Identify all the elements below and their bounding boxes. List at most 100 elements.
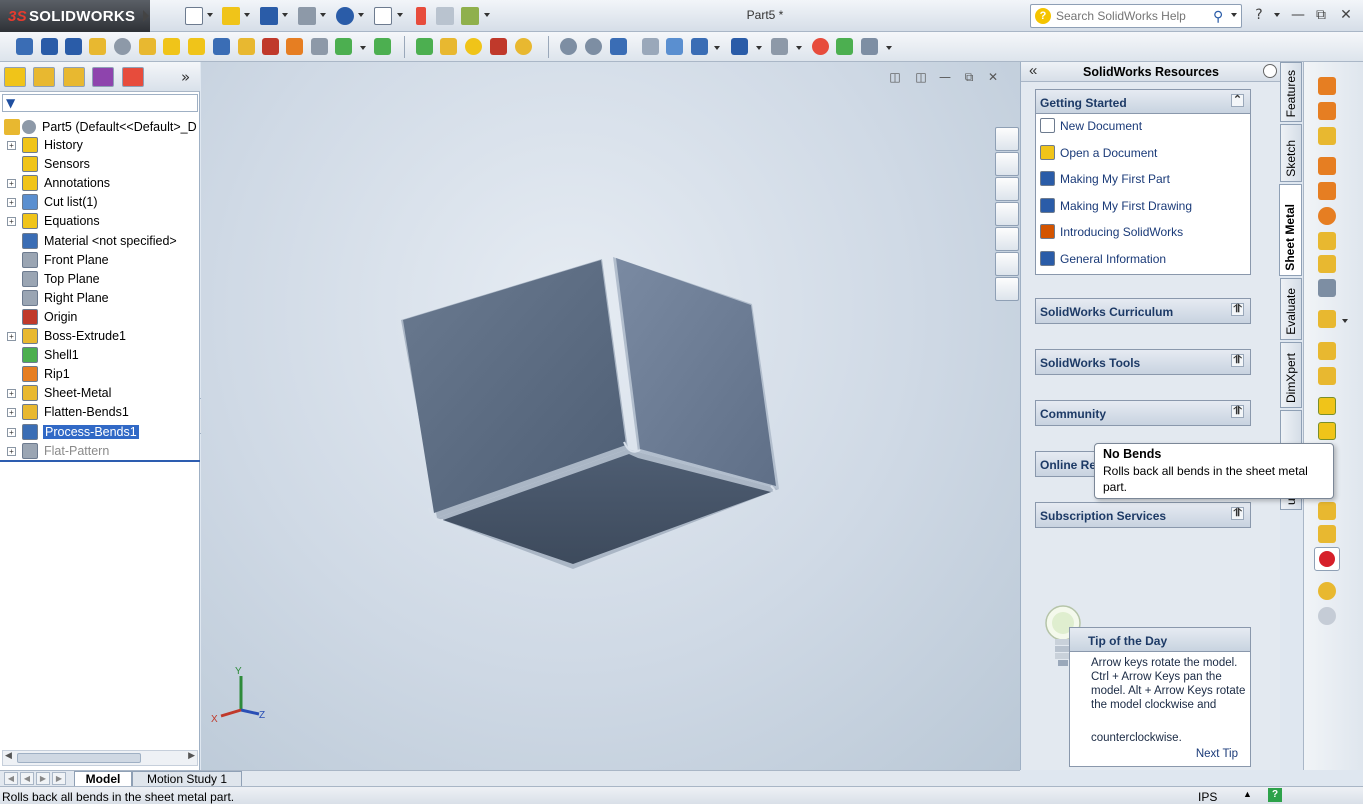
previous-view-icon[interactable] bbox=[610, 38, 627, 55]
tab-dimxpert[interactable]: DimXpert bbox=[1280, 342, 1302, 408]
closed-corner-icon[interactable] bbox=[1318, 310, 1336, 328]
break-corner-icon[interactable] bbox=[1318, 367, 1336, 385]
display-style-icon[interactable] bbox=[691, 38, 708, 55]
search-input[interactable] bbox=[1056, 8, 1211, 24]
accept-icon[interactable] bbox=[465, 38, 482, 55]
select-pointer-icon[interactable] bbox=[374, 7, 392, 25]
tab-sketch[interactable]: Sketch bbox=[1280, 124, 1302, 182]
resource-link-introducing-solidworks[interactable]: Introducing SolidWorks bbox=[1036, 220, 1250, 247]
chevron-down-icon[interactable] bbox=[320, 13, 326, 17]
expand-icon[interactable]: + bbox=[7, 179, 16, 189]
tree-item-flatten-bends1[interactable]: + Flatten-Bends1 bbox=[0, 403, 200, 422]
tab-evaluate[interactable]: Evaluate bbox=[1280, 278, 1302, 340]
forming-tool-icon[interactable] bbox=[1318, 397, 1336, 415]
tree-item-process-bends1[interactable]: + Process-Bends1 bbox=[0, 423, 200, 442]
chevron-down-icon[interactable] bbox=[756, 46, 762, 50]
baseline-dimension-icon[interactable] bbox=[65, 38, 82, 55]
rip-icon[interactable] bbox=[1318, 607, 1336, 625]
print-icon[interactable] bbox=[298, 7, 316, 25]
symmetry-check-icon[interactable] bbox=[335, 38, 352, 55]
chevron-down-icon[interactable] bbox=[244, 13, 250, 17]
next-tab-icon[interactable]: ▶ bbox=[36, 772, 50, 785]
expand-tabs-icon[interactable]: » bbox=[181, 68, 190, 86]
horizontal-scrollbar[interactable]: ◀ ▶ bbox=[2, 750, 198, 766]
resource-link-making-my-first-part[interactable]: Making My First Part bbox=[1036, 167, 1250, 194]
measure-icon[interactable] bbox=[114, 38, 131, 55]
mass-properties-icon[interactable] bbox=[139, 38, 156, 55]
edit-appearance-icon[interactable] bbox=[771, 38, 788, 55]
expand-icon[interactable]: ⥣ bbox=[1231, 354, 1244, 367]
expand-icon[interactable]: + bbox=[7, 427, 16, 437]
view-orientation-icon[interactable] bbox=[666, 38, 683, 55]
section-solidworks-curriculum[interactable]: SolidWorks Curriculum ⥣ bbox=[1035, 298, 1251, 324]
rebuild-icon[interactable] bbox=[416, 7, 426, 25]
tree-item-equations[interactable]: + Equations bbox=[0, 212, 200, 231]
dimxpert-manager-tab-icon[interactable] bbox=[92, 67, 114, 87]
tree-item-boss-extrude1[interactable]: + Boss-Extrude1 bbox=[0, 327, 200, 346]
appearance-icon[interactable] bbox=[440, 38, 457, 55]
new-document-icon[interactable] bbox=[185, 7, 203, 25]
next-tip-link[interactable]: Next Tip bbox=[1196, 748, 1238, 760]
sketched-bend-icon[interactable] bbox=[1318, 255, 1336, 273]
lofted-bend-icon[interactable] bbox=[1318, 127, 1336, 145]
feature-manager-tab-icon[interactable] bbox=[4, 67, 26, 87]
appearances-icon[interactable] bbox=[995, 252, 1019, 276]
chevron-up-icon[interactable]: ▲ bbox=[1243, 789, 1252, 799]
section-community[interactable]: Community ⥣ bbox=[1035, 400, 1251, 426]
chevron-down-icon[interactable] bbox=[1342, 319, 1348, 323]
resource-link-open-a-document[interactable]: Open a Document bbox=[1036, 141, 1250, 168]
collapse-icon[interactable]: ⌃ bbox=[1231, 94, 1244, 107]
expand-icon[interactable]: ⥣ bbox=[1231, 303, 1244, 316]
tree-item-right-plane[interactable]: Right Plane bbox=[0, 289, 200, 308]
tree-item-origin[interactable]: Origin bbox=[0, 308, 200, 327]
fold-icon[interactable] bbox=[1318, 525, 1336, 543]
tree-item-front-plane[interactable]: Front Plane bbox=[0, 251, 200, 270]
design-library-icon[interactable] bbox=[995, 177, 1019, 201]
warning-icon[interactable] bbox=[238, 38, 255, 55]
undo-icon[interactable] bbox=[336, 7, 354, 25]
open-folder-icon[interactable] bbox=[222, 7, 240, 25]
tab-sheet-metal[interactable]: Sheet Metal bbox=[1279, 184, 1302, 276]
chevron-down-icon[interactable] bbox=[282, 13, 288, 17]
section-subscription-services[interactable]: Subscription Services ⥣ bbox=[1035, 502, 1251, 528]
note-icon[interactable] bbox=[89, 38, 106, 55]
tree-item-flat-pattern[interactable]: + Flat-Pattern bbox=[0, 442, 200, 461]
chevron-down-icon[interactable] bbox=[207, 13, 213, 17]
prev-tab-icon[interactable]: ◀ bbox=[20, 772, 34, 785]
render-icon[interactable] bbox=[515, 38, 532, 55]
rollback-bar[interactable] bbox=[0, 460, 200, 462]
solidworks-logo[interactable]: 3S SOLIDWORKS bbox=[0, 0, 150, 32]
unfold-icon[interactable] bbox=[1318, 502, 1336, 520]
sheet-metal-part-model[interactable] bbox=[201, 62, 1020, 770]
hem-icon[interactable] bbox=[1318, 207, 1336, 225]
expand-icon[interactable]: + bbox=[7, 389, 16, 399]
unit-system[interactable]: IPS bbox=[1198, 790, 1217, 804]
tree-item-top-plane[interactable]: Top Plane bbox=[0, 270, 200, 289]
tree-item-rip1[interactable]: Rip1 bbox=[0, 365, 200, 384]
section-header[interactable]: Community ⥣ bbox=[1036, 401, 1250, 425]
color-display-icon[interactable] bbox=[416, 38, 433, 55]
tree-item-shell1[interactable]: Shell1 bbox=[0, 346, 200, 365]
section-solidworks-tools[interactable]: SolidWorks Tools ⥣ bbox=[1035, 349, 1251, 375]
smart-dimension-icon[interactable] bbox=[41, 38, 58, 55]
chevron-down-icon[interactable] bbox=[714, 46, 720, 50]
scene-icon[interactable] bbox=[812, 38, 829, 55]
search-icon[interactable]: ⚲ bbox=[1213, 8, 1223, 25]
save-icon[interactable] bbox=[260, 7, 278, 25]
options-icon[interactable] bbox=[461, 7, 479, 25]
file-explorer-icon[interactable] bbox=[995, 202, 1019, 226]
expand-icon[interactable]: + bbox=[7, 217, 16, 227]
restore-icon[interactable]: ⧉ bbox=[1312, 7, 1330, 23]
no-bends-button[interactable] bbox=[1314, 547, 1340, 571]
close-icon[interactable]: ✕ bbox=[1337, 7, 1355, 23]
tab-motion-study-1[interactable]: Motion Study 1 bbox=[132, 771, 242, 787]
tree-item-material-not-specified[interactable]: Material <not specified> bbox=[0, 232, 200, 251]
customize-icon[interactable] bbox=[374, 38, 391, 55]
mate-icon[interactable] bbox=[262, 38, 279, 55]
search-box[interactable]: ? ⚲ bbox=[1030, 4, 1242, 28]
tree-root[interactable]: Part5 (Default<<Default>_D bbox=[0, 117, 200, 137]
graphics-area[interactable]: ◫ ◫ — ⧉ ✕ Y Z X bbox=[201, 62, 1020, 770]
resource-link-general-information[interactable]: General Information bbox=[1036, 247, 1250, 274]
chevron-down-icon[interactable] bbox=[796, 46, 802, 50]
base-flange-icon[interactable] bbox=[1318, 77, 1336, 95]
